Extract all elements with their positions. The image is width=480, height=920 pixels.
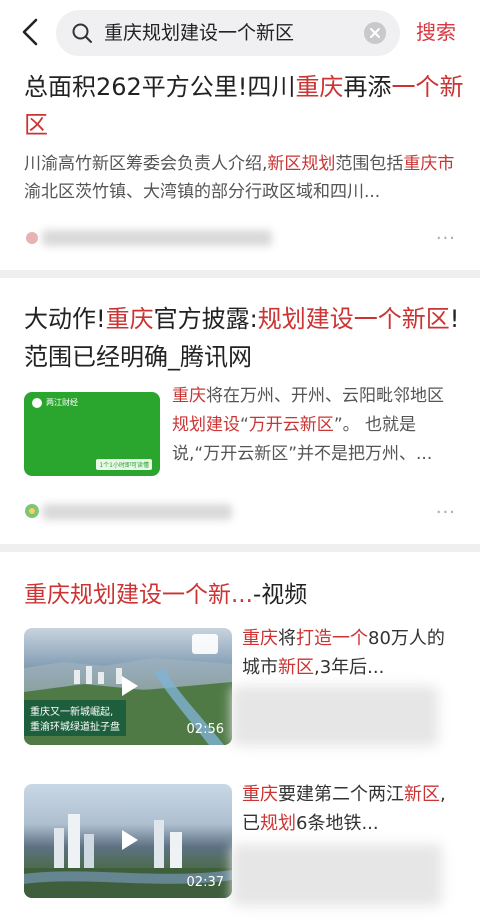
result-title[interactable]: 总面积262平方公里!四川重庆再添一个新区 [24, 68, 464, 144]
search-input[interactable]: 重庆规划建设一个新区 [56, 10, 400, 56]
thumbnail-tag: 1个1小时即可读懂 [96, 459, 152, 470]
text-run: 再添 [343, 73, 392, 101]
result-source [24, 226, 284, 248]
divider [0, 270, 480, 278]
source-name-blurred [42, 230, 272, 246]
text-run: 6条地铁... [296, 813, 379, 834]
result-abstract: 川渝高竹新区筹委会负责人介绍,新区规划范围包括重庆市渝北区茨竹镇、大湾镇的部分行… [24, 150, 460, 206]
result-thumbnail[interactable]: 两江财经 1个1小时即可读懂 [24, 392, 160, 476]
highlight-text: 重庆 [295, 73, 344, 101]
clear-icon[interactable] [364, 22, 386, 44]
result-title[interactable]: 大动作!重庆官方披露:规划建设一个新区!范围已经明确_腾讯网 [24, 300, 460, 376]
text-run: 大动作! [24, 305, 106, 333]
divider [0, 544, 480, 552]
text-run: 官方披露: [153, 305, 258, 333]
channel-logo-icon [192, 634, 218, 654]
text-run: ,3年后... [314, 657, 385, 678]
video-meta-blurred [232, 844, 442, 906]
highlight-text: 新区规划 [267, 154, 336, 174]
video-duration: 02:37 [186, 875, 224, 890]
back-arrow-icon[interactable] [14, 14, 50, 50]
highlight-text: 重庆 [242, 784, 278, 805]
highlight-text: 万开云新区 [248, 415, 334, 435]
highlight-text: 规划 [260, 813, 296, 834]
text-run: 将在万州、开州、云阳毗邻地区 [206, 386, 444, 406]
more-options-icon[interactable]: ··· [436, 504, 456, 522]
video-banner: 重庆又一新城崛起, 重渝环城绿道扯子盘 [24, 700, 126, 736]
highlight-text: 一个 [391, 73, 440, 101]
source-logo-icon [25, 504, 39, 518]
highlight-text: 重庆 [172, 386, 206, 406]
highlight-text: 规划建设 [172, 415, 240, 435]
play-icon[interactable] [122, 830, 138, 850]
thumbnail-logo-text: 两江财经 [46, 398, 78, 407]
source-logo-icon [26, 232, 38, 244]
text-run: 将 [278, 628, 296, 649]
highlight-text: 新区 [278, 657, 314, 678]
thumbnail-logo-icon [32, 398, 42, 408]
text-run: 渝北区茨竹镇、大湾镇的部分行政区域和四川... [24, 182, 381, 202]
video-description[interactable]: 重庆将打造一个80万人的城市新区,3年后... [242, 624, 458, 682]
video-thumbnail[interactable]: 重庆又一新城崛起, 重渝环城绿道扯子盘 02:56 [24, 628, 232, 745]
video-description[interactable]: 重庆要建第二个两江新区,已规划6条地铁... [242, 780, 458, 838]
video-banner-line: 重渝环城绿道扯子盘 [30, 722, 120, 733]
highlight-text: 重庆 [105, 305, 154, 333]
highlight-text: 重庆市 [403, 154, 455, 174]
result-source [24, 500, 244, 522]
text-run: 川渝高竹新区筹委会负责人介绍, [24, 154, 268, 174]
text-run: 总面积262平方公里!四川 [24, 73, 296, 101]
video-section: 重庆规划建设一个新...-视频 重庆又一新城崛起, 重渝环城绿道扯子盘 02:5… [0, 552, 480, 920]
highlight-text: 重庆规划建设一个新... [24, 582, 253, 608]
result-abstract: 重庆将在万州、开州、云阳毗邻地区规划建设“万开云新区”。 也就是说,“万开云新区… [172, 382, 456, 469]
more-options-icon[interactable]: ··· [436, 230, 456, 248]
text-run: “ [240, 415, 249, 435]
video-meta-blurred [232, 686, 438, 746]
text-run: 要建第二个两江 [278, 784, 404, 805]
highlight-text: 规划建设一个新区 [257, 305, 450, 333]
video-thumbnail[interactable]: 02:37 [24, 784, 232, 898]
video-section-title[interactable]: 重庆规划建设一个新...-视频 [24, 576, 464, 614]
highlight-text: 新区 [404, 784, 440, 805]
result-card[interactable]: 大动作!重庆官方披露:规划建设一个新区!范围已经明确_腾讯网 两江财经 1个1小… [0, 278, 480, 544]
source-name-blurred [42, 504, 232, 520]
video-banner-line: 重庆又一新城崛起, [30, 707, 114, 718]
search-icon [72, 23, 92, 43]
search-header: 重庆规划建设一个新区 搜索 [0, 0, 480, 64]
play-icon[interactable] [122, 676, 138, 696]
video-duration: 02:56 [186, 722, 224, 737]
result-card[interactable]: 总面积262平方公里!四川重庆再添一个新区 川渝高竹新区筹委会负责人介绍,新区规… [0, 64, 480, 270]
highlight-text: 打造一个 [296, 628, 368, 649]
text-run: -视频 [252, 582, 308, 608]
search-query[interactable]: 重庆规划建设一个新区 [104, 21, 294, 45]
highlight-text: 重庆 [242, 628, 278, 649]
search-button[interactable]: 搜索 [416, 18, 456, 46]
text-run: 范围包括 [335, 154, 404, 174]
